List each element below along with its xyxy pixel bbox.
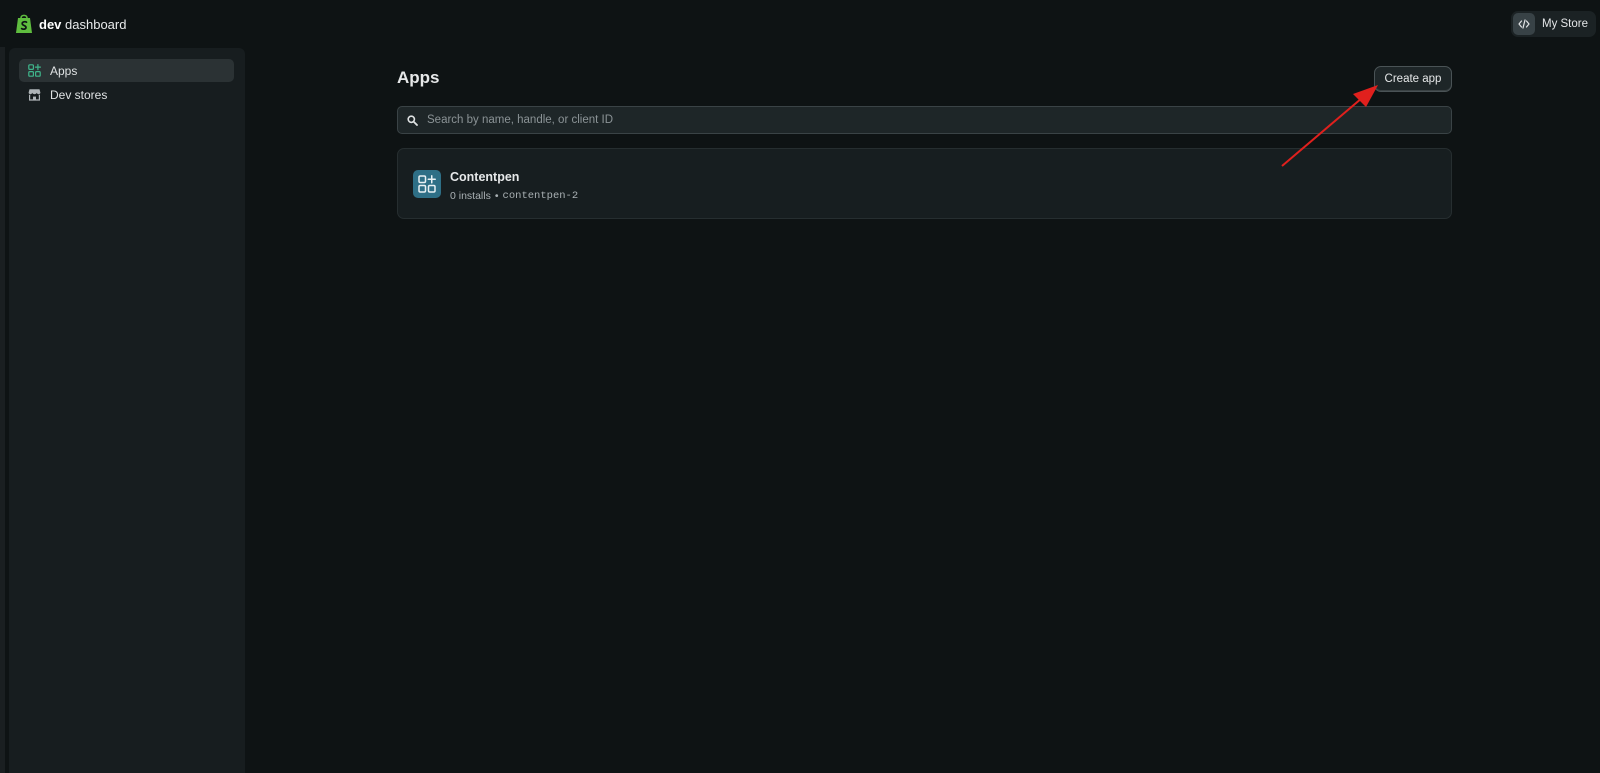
store-switcher-button[interactable]: My Store bbox=[1510, 11, 1596, 37]
app-card-contentpen[interactable]: Contentpen 0 installs • contentpen-2 bbox=[397, 148, 1452, 219]
sidebar-item-label: Apps bbox=[50, 63, 78, 78]
shopify-bag-icon bbox=[16, 14, 32, 33]
sidebar-item-label: Dev stores bbox=[50, 87, 108, 102]
apps-grid-icon bbox=[28, 64, 41, 77]
search-bar[interactable] bbox=[397, 106, 1452, 134]
sidebar-item-dev-stores[interactable]: Dev stores bbox=[19, 83, 234, 106]
meta-separator: • bbox=[494, 190, 499, 202]
brand[interactable]: dev dashboard bbox=[15, 13, 126, 35]
brand-name: dev dashboard bbox=[39, 16, 127, 32]
code-icon bbox=[1512, 13, 1535, 35]
sidebar: Apps Dev stores bbox=[9, 48, 245, 773]
store-icon bbox=[28, 89, 41, 101]
window-edge bbox=[0, 0, 5, 773]
create-app-button[interactable]: Create app bbox=[1374, 66, 1452, 92]
search-icon bbox=[407, 114, 418, 126]
app-name: Contentpen bbox=[450, 170, 520, 184]
store-name: My Store bbox=[1541, 18, 1588, 30]
app-installs: 0 installs bbox=[450, 190, 491, 202]
page-title: Apps bbox=[397, 68, 440, 87]
sidebar-item-apps[interactable]: Apps bbox=[19, 59, 234, 82]
apps-grid-icon bbox=[413, 170, 441, 198]
app-handle: contentpen-2 bbox=[502, 190, 579, 202]
search-input[interactable] bbox=[427, 114, 1427, 126]
app-meta: 0 installs • contentpen-2 bbox=[450, 190, 578, 202]
top-bar: dev dashboard My Store bbox=[0, 0, 1600, 47]
